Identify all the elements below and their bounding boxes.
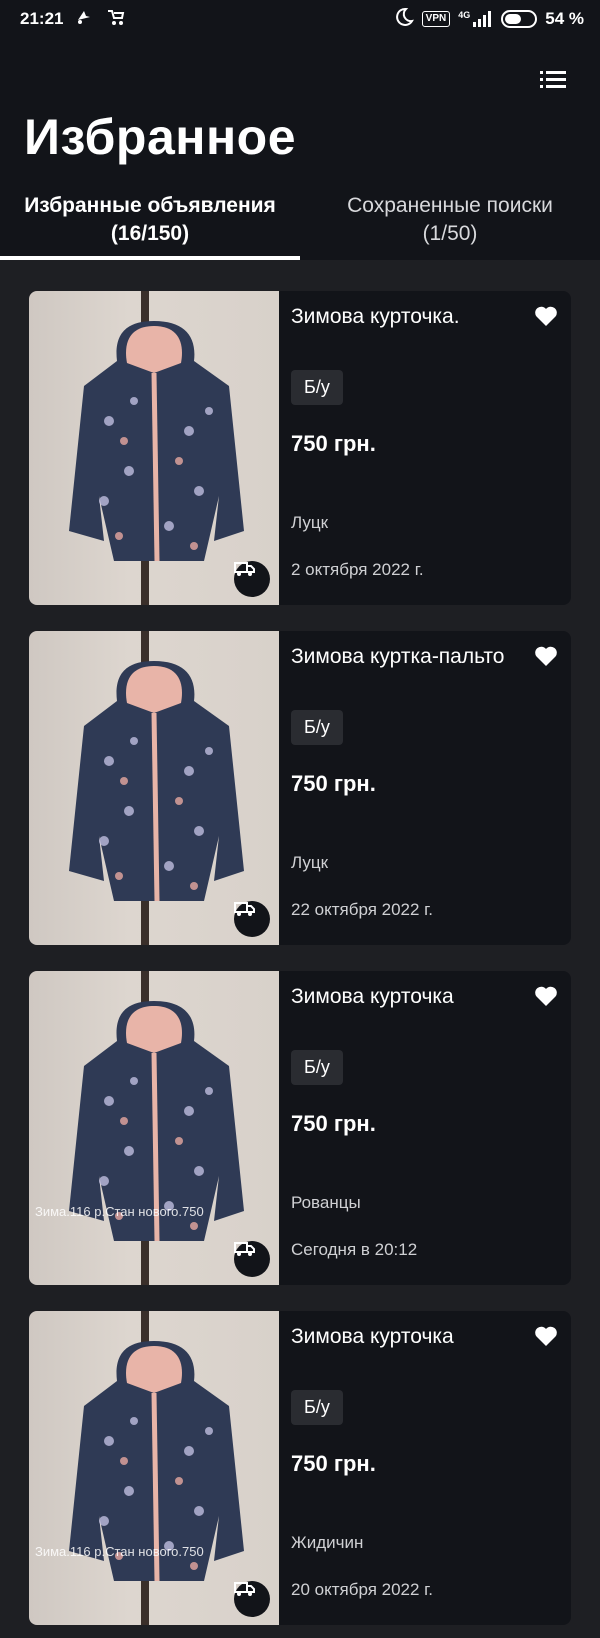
condition-badge: Б/у [291,1050,343,1085]
tab-saved-searches[interactable]: Сохраненные поиски (1/50) [300,192,600,260]
condition-badge: Б/у [291,710,343,745]
condition-badge: Б/у [291,1390,343,1425]
condition-badge: Б/у [291,370,343,405]
listing-title[interactable]: Зимова куртка-пальто [291,643,521,671]
listing-date: 2 октября 2022 г. [291,560,424,579]
status-bar: 21:21 VPN 4G 54 % [0,0,600,38]
listing-date: Сегодня в 20:12 [291,1240,418,1259]
listing-price: 750 грн. [291,771,376,796]
signal-icon: 4G [458,11,493,27]
listing-price: 750 грн. [291,431,376,456]
listing-card[interactable]: Зима.116 р.Стан нового.750 Зимова курточ… [29,971,571,1285]
listing-card[interactable]: Зимова курточка. Б/у 750 грн. Луцк 2 окт… [29,291,571,605]
listing-price: 750 грн. [291,1451,376,1476]
moon-icon [394,7,414,32]
listing-location: Луцк [291,853,329,872]
listing-photo[interactable]: Зима.116 р.Стан нового.750 [29,971,279,1285]
tab-favorite-ads-label: Избранные объявления [24,194,276,217]
photo-caption: Зима.116 р.Стан нового.750 [35,1204,204,1219]
battery-icon [501,10,538,28]
listing-date: 22 октября 2022 г. [291,900,434,919]
page-title: Избранное [24,109,297,165]
network-label: 4G [458,10,471,20]
listing-title[interactable]: Зимова курточка [291,1323,521,1351]
photo-caption: Зима.116 р.Стан нового.750 [35,1544,204,1559]
listing-price: 750 грн. [291,1111,376,1136]
listing-card[interactable]: Зимова куртка-пальто Б/у 750 грн. Луцк 2… [29,631,571,945]
list-menu-icon[interactable] [540,68,566,90]
heart-icon[interactable] [534,305,558,327]
delivery-badge [234,901,270,937]
vpn-icon: VPN [421,11,451,27]
listing-photo[interactable] [29,291,279,605]
battery-level: 54 % [545,9,584,28]
notification-icon [75,8,93,31]
delivery-badge [234,1241,270,1277]
delivery-badge [234,561,270,597]
heart-icon[interactable] [534,985,558,1007]
active-tab-indicator [0,256,300,260]
listing-title[interactable]: Зимова курточка [291,983,521,1011]
tab-saved-searches-label: Сохраненные поиски [347,194,553,217]
listing-photo[interactable]: Зима.116 р.Стан нового.750 [29,1311,279,1625]
listing-date: 20 октября 2022 г. [291,1580,434,1599]
listing-card[interactable]: Зима.116 р.Стан нового.750 Зимова курточ… [29,1311,571,1625]
heart-icon[interactable] [534,645,558,667]
listing-photo[interactable] [29,631,279,945]
tab-favorite-ads[interactable]: Избранные объявления (16/150) [0,192,300,260]
tab-bar: Избранные объявления (16/150) Сохраненны… [0,192,600,260]
listing-location: Рованцы [291,1193,361,1212]
heart-icon[interactable] [534,1325,558,1347]
status-time: 21:21 [20,9,64,28]
stroller-icon [105,8,125,31]
tab-favorite-ads-count: (16/150) [110,222,190,245]
listing-location: Луцк [291,513,329,532]
tab-saved-searches-count: (1/50) [422,222,478,245]
delivery-badge [234,1581,270,1617]
app-header: 21:21 VPN 4G 54 % Избранное Избранные об… [0,0,600,260]
listing-location: Жидичин [291,1533,364,1552]
listing-title[interactable]: Зимова курточка. [291,303,521,331]
